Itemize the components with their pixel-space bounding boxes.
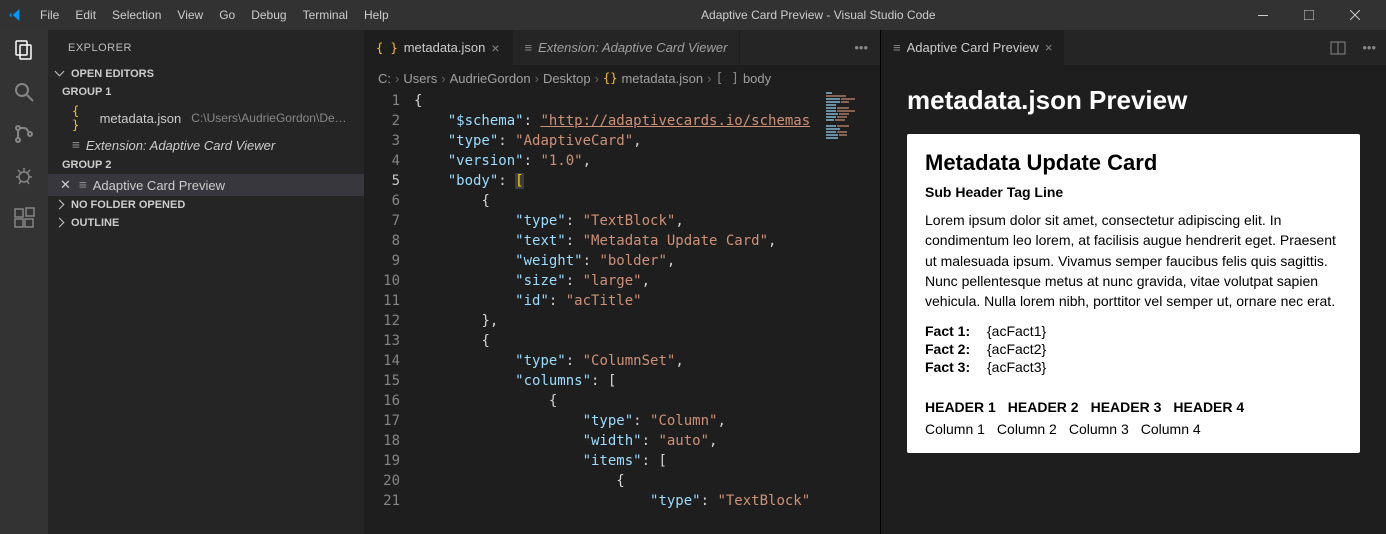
card-heading: Metadata Update Card — [925, 150, 1342, 176]
maximize-button[interactable] — [1286, 0, 1332, 30]
activity-bar — [0, 30, 48, 534]
no-folder-section[interactable]: NO FOLDER OPENED — [48, 196, 364, 214]
card-paragraph: Lorem ipsum dolor sit amet, consectetur … — [925, 210, 1342, 311]
menu-go[interactable]: Go — [211, 4, 243, 26]
menu-selection[interactable]: Selection — [104, 4, 169, 26]
preview-title: metadata.json Preview — [907, 85, 1360, 116]
json-file-icon: {} — [603, 71, 617, 85]
editor-tabs: { } metadata.json × ≡ Extension: Adaptiv… — [364, 30, 880, 65]
preview-icon: ≡ — [79, 178, 87, 193]
menu-view[interactable]: View — [169, 4, 211, 26]
adaptive-card: Metadata Update Card Sub Header Tag Line… — [907, 134, 1360, 453]
menu-file[interactable]: File — [32, 4, 67, 26]
extensions-icon[interactable] — [12, 206, 36, 230]
explorer-sidebar: EXPLORER OPEN EDITORS GROUP 1 { } metada… — [48, 30, 364, 534]
menu-debug[interactable]: Debug — [243, 4, 294, 26]
menu-help[interactable]: Help — [356, 4, 397, 26]
open-editor-preview[interactable]: ✕ ≡ Adaptive Card Preview — [48, 174, 364, 196]
preview-tabs: ≡ Adaptive Card Preview × ••• — [881, 30, 1386, 65]
card-subheading: Sub Header Tag Line — [925, 184, 1342, 200]
preview-icon: ≡ — [893, 40, 901, 55]
card-fact: Fact 2:{acFact2} — [925, 341, 1342, 357]
source-control-icon[interactable] — [12, 122, 36, 146]
open-editor-metadata[interactable]: { } metadata.json C:\Users\AudrieGordon\… — [48, 101, 364, 135]
card-fact: Fact 1:{acFact1} — [925, 323, 1342, 339]
close-icon[interactable]: × — [491, 40, 499, 56]
breadcrumb[interactable]: C:› Users› AudrieGordon› Desktop› {} met… — [364, 65, 880, 91]
chevron-right-icon — [56, 199, 67, 211]
explorer-header: EXPLORER — [48, 30, 364, 65]
card-fact: Fact 3:{acFact3} — [925, 359, 1342, 375]
window-title: Adaptive Card Preview - Visual Studio Co… — [397, 8, 1240, 22]
preview-body: metadata.json Preview Metadata Update Ca… — [881, 65, 1386, 534]
minimize-button[interactable] — [1240, 0, 1286, 30]
chevron-down-icon — [56, 68, 67, 80]
editor-area: { } metadata.json × ≡ Extension: Adaptiv… — [364, 30, 880, 534]
tab-metadata[interactable]: { } metadata.json × — [364, 30, 513, 65]
line-numbers: 123456789101112131415161718192021 — [364, 91, 414, 534]
code-content[interactable]: { "$schema": "http://adaptivecards.io/sc… — [414, 91, 880, 534]
card-headers-row: HEADER 1HEADER 2HEADER 3HEADER 4 — [925, 399, 1342, 415]
code-editor[interactable]: 123456789101112131415161718192021 { "$sc… — [364, 91, 880, 534]
split-editor-icon[interactable] — [1330, 40, 1346, 56]
preview-icon: ≡ — [525, 40, 533, 55]
main-menu: File Edit Selection View Go Debug Termin… — [32, 4, 397, 26]
debug-icon[interactable] — [12, 164, 36, 188]
json-file-icon: { } — [72, 104, 94, 132]
outline-section[interactable]: OUTLINE — [48, 214, 364, 232]
title-bar: File Edit Selection View Go Debug Termin… — [0, 0, 1386, 30]
vscode-logo-icon — [8, 7, 24, 23]
tab-preview[interactable]: ≡ Adaptive Card Preview × — [881, 30, 1064, 65]
group-2-label: GROUP 2 — [48, 156, 364, 174]
more-actions-icon[interactable]: ••• — [1362, 40, 1376, 55]
tab-extension[interactable]: ≡ Extension: Adaptive Card Viewer — [513, 30, 741, 65]
array-icon: [ ] — [715, 71, 738, 86]
search-icon[interactable] — [12, 80, 36, 104]
preview-pane: ≡ Adaptive Card Preview × ••• metadata.j… — [880, 30, 1386, 534]
minimap[interactable] — [826, 91, 866, 534]
json-file-icon: { } — [376, 41, 398, 55]
close-icon[interactable]: ✕ — [60, 177, 71, 193]
editor-more-actions[interactable]: ••• — [842, 30, 880, 65]
open-editor-extension[interactable]: ≡ Extension: Adaptive Card Viewer — [48, 135, 364, 156]
explorer-icon[interactable] — [12, 38, 36, 62]
chevron-right-icon — [56, 217, 67, 229]
card-columns-row: Column 1Column 2Column 3Column 4 — [925, 421, 1342, 437]
open-editors-section[interactable]: OPEN EDITORS — [48, 65, 364, 83]
preview-icon: ≡ — [72, 138, 80, 153]
group-1-label: GROUP 1 — [48, 83, 364, 101]
close-icon[interactable]: × — [1045, 40, 1053, 55]
menu-terminal[interactable]: Terminal — [295, 4, 356, 26]
close-button[interactable] — [1332, 0, 1378, 30]
menu-edit[interactable]: Edit — [67, 4, 104, 26]
